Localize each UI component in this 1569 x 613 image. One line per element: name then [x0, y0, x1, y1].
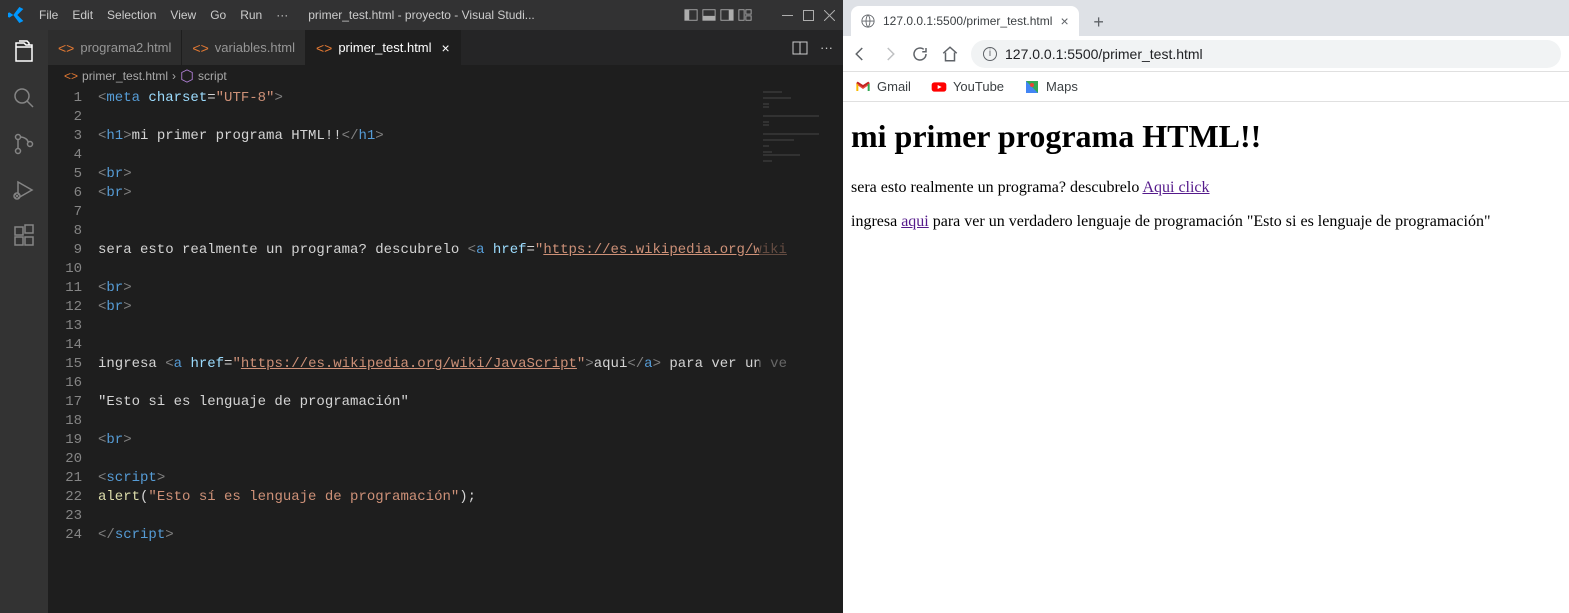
gmail-icon [855, 79, 871, 95]
titlebar: File Edit Selection View Go Run ··· prim… [0, 0, 843, 30]
layout-panel-icon[interactable] [702, 8, 716, 22]
explorer-icon[interactable] [12, 40, 36, 64]
symbol-icon [180, 69, 194, 83]
breadcrumbs[interactable]: <> primer_test.html › script [48, 65, 843, 87]
page-paragraph-1: sera esto realmente un programa? descubr… [851, 179, 1561, 197]
tab-label: primer_test.html [338, 40, 431, 55]
close-tab-icon[interactable]: × [442, 40, 450, 56]
bookmark-gmail[interactable]: Gmail [855, 79, 911, 95]
menu-file[interactable]: File [32, 8, 65, 22]
bookmark-maps[interactable]: Maps [1024, 79, 1078, 95]
forward-button[interactable] [881, 45, 899, 63]
page-heading: mi primer programa HTML!! [851, 118, 1561, 155]
globe-icon [861, 14, 875, 28]
reload-button[interactable] [911, 45, 929, 63]
site-info-icon[interactable]: i [983, 47, 997, 61]
tab-label: variables.html [215, 40, 295, 55]
link-aqui[interactable]: aqui [901, 213, 929, 230]
breadcrumb-symbol: script [198, 69, 227, 83]
chevron-right-icon: › [172, 69, 176, 83]
tab-label: programa2.html [80, 40, 171, 55]
home-button[interactable] [941, 45, 959, 63]
browser-window: 127.0.0.1:5500/primer_test.html × + i 12… [843, 0, 1569, 613]
menu-go[interactable]: Go [203, 8, 233, 22]
code-editor[interactable]: 123456789101112131415161718192021222324 … [48, 87, 843, 613]
bookmark-label: Gmail [877, 79, 911, 94]
vscode-window: File Edit Selection View Go Run ··· prim… [0, 0, 843, 613]
minimize-icon[interactable] [782, 10, 793, 21]
menu-run[interactable]: Run [233, 8, 269, 22]
close-icon[interactable] [824, 10, 835, 21]
menu-view[interactable]: View [163, 8, 203, 22]
layout-secondary-sidebar-icon[interactable] [720, 8, 734, 22]
activitybar [0, 30, 48, 613]
bookmarks-bar: Gmail YouTube Maps [843, 72, 1569, 102]
customize-layout-icon[interactable] [738, 8, 752, 22]
html-file-icon: <> [192, 40, 208, 56]
page-paragraph-2: ingresa aqui para ver un verdadero lengu… [851, 213, 1561, 231]
close-tab-icon[interactable]: × [1060, 13, 1068, 29]
minimap[interactable] [759, 87, 829, 613]
new-tab-button[interactable]: + [1085, 8, 1113, 36]
bookmark-label: Maps [1046, 79, 1078, 94]
link-aqui-click[interactable]: Aqui click [1142, 179, 1209, 196]
more-actions-icon[interactable]: ··· [820, 40, 833, 55]
rendered-page: mi primer programa HTML!! sera esto real… [843, 102, 1569, 613]
run-debug-icon[interactable] [12, 178, 36, 202]
extensions-icon[interactable] [12, 224, 36, 248]
tab-programa2[interactable]: <> programa2.html [48, 30, 182, 65]
youtube-icon [931, 79, 947, 95]
editor-area: <> programa2.html <> variables.html <> p… [48, 30, 843, 613]
vscode-logo-icon [8, 7, 24, 23]
layout-primary-sidebar-icon[interactable] [684, 8, 698, 22]
tab-variables[interactable]: <> variables.html [182, 30, 306, 65]
split-editor-icon[interactable] [792, 40, 808, 56]
url-text: 127.0.0.1:5500/primer_test.html [1005, 46, 1203, 62]
address-bar: i 127.0.0.1:5500/primer_test.html [843, 36, 1569, 72]
menu-edit[interactable]: Edit [65, 8, 100, 22]
back-button[interactable] [851, 45, 869, 63]
url-input[interactable]: i 127.0.0.1:5500/primer_test.html [971, 40, 1561, 68]
source-control-icon[interactable] [12, 132, 36, 156]
line-numbers: 123456789101112131415161718192021222324 [48, 87, 98, 613]
bookmark-youtube[interactable]: YouTube [931, 79, 1004, 95]
html-file-icon: <> [58, 40, 74, 56]
browser-tab[interactable]: 127.0.0.1:5500/primer_test.html × [851, 6, 1079, 36]
html-file-icon: <> [64, 69, 78, 83]
editor-tabs: <> programa2.html <> variables.html <> p… [48, 30, 843, 65]
browser-tab-strip: 127.0.0.1:5500/primer_test.html × + [843, 0, 1569, 36]
tab-primer-test[interactable]: <> primer_test.html × [306, 30, 461, 65]
maximize-icon[interactable] [803, 10, 814, 21]
bookmark-label: YouTube [953, 79, 1004, 94]
menu-more[interactable]: ··· [269, 8, 295, 22]
search-icon[interactable] [12, 86, 36, 110]
menu-selection[interactable]: Selection [100, 8, 163, 22]
code-content[interactable]: <meta charset="UTF-8"><h1>mi primer prog… [98, 87, 843, 613]
window-title: primer_test.html - proyecto - Visual Stu… [308, 8, 535, 22]
breadcrumb-file: primer_test.html [82, 69, 168, 83]
browser-tab-title: 127.0.0.1:5500/primer_test.html [883, 14, 1052, 28]
maps-icon [1024, 79, 1040, 95]
html-file-icon: <> [316, 40, 332, 56]
